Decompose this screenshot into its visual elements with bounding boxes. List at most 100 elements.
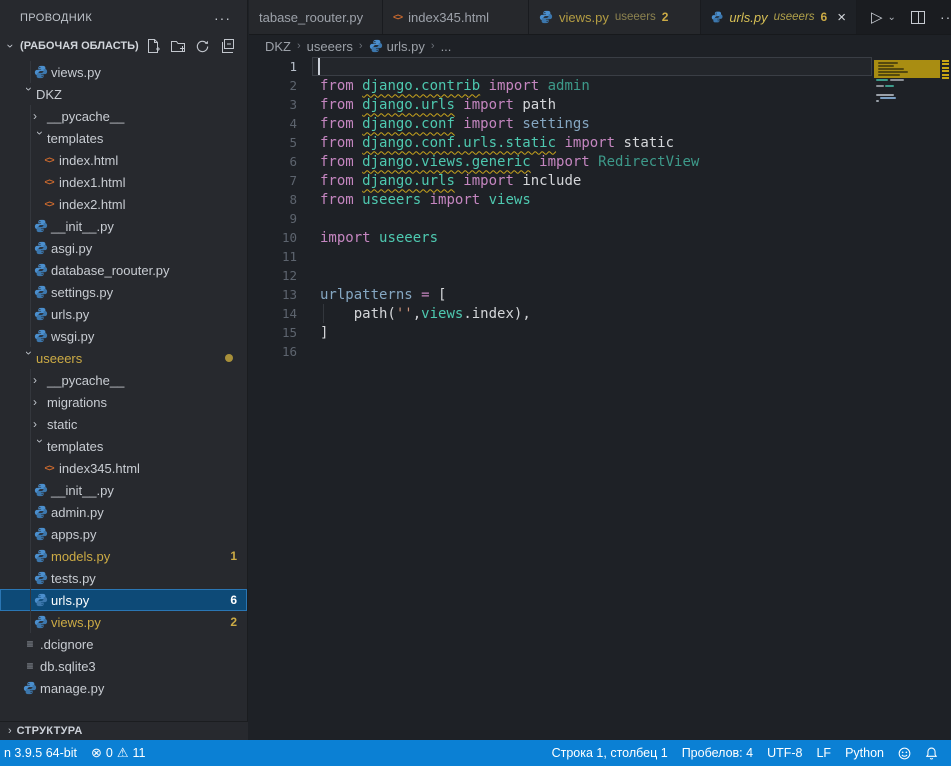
tree-item-label: wsgi.py bbox=[51, 329, 94, 344]
breadcrumb-label: useeers bbox=[307, 39, 353, 54]
html-file-icon: <> bbox=[393, 12, 402, 23]
code-line-14[interactable]: 14 path('',views.index), bbox=[249, 304, 874, 323]
error-count: 0 bbox=[106, 746, 113, 760]
code-line-10[interactable]: 10import useeers bbox=[249, 228, 874, 247]
problems-badge: 1 bbox=[230, 549, 237, 563]
tree-item-admin.py[interactable]: admin.py bbox=[0, 501, 247, 523]
tab-tabase_roouter.py[interactable]: tabase_roouter.py bbox=[249, 0, 383, 34]
tree-item-index345.html[interactable]: <>index345.html bbox=[0, 457, 247, 479]
language-mode-status[interactable]: Python bbox=[838, 740, 891, 766]
tree-item-wsgi.py[interactable]: wsgi.py bbox=[0, 325, 247, 347]
tree-item-label: index345.html bbox=[59, 461, 140, 476]
tree-item-tests.py[interactable]: tests.py bbox=[0, 567, 247, 589]
code-line-13[interactable]: 13urlpatterns = [ bbox=[249, 285, 874, 304]
code-editor[interactable]: 12from django.contrib import admin3from … bbox=[249, 57, 874, 361]
minimap[interactable] bbox=[874, 57, 940, 177]
tree-item-settings.py[interactable]: settings.py bbox=[0, 281, 247, 303]
code-line-2[interactable]: 2from django.contrib import admin bbox=[249, 76, 874, 95]
chevron-right-icon: › bbox=[8, 725, 12, 737]
tree-item-label: index.html bbox=[59, 153, 118, 168]
breadcrumb: DKZ›useeers›urls.py›... bbox=[249, 35, 951, 57]
tab-views.py[interactable]: views.pyuseeers2 bbox=[529, 0, 701, 34]
code-line-9[interactable]: 9 bbox=[249, 209, 874, 228]
python-interpreter-status[interactable]: n 3.9.5 64-bit bbox=[0, 740, 84, 766]
tree-item-asgi.py[interactable]: asgi.py bbox=[0, 237, 247, 259]
tree-item-index2.html[interactable]: <>index2.html bbox=[0, 193, 247, 215]
code-line-1[interactable]: 1 bbox=[249, 57, 874, 76]
more-actions-icon[interactable]: ··· bbox=[940, 9, 951, 25]
split-editor-icon[interactable] bbox=[911, 11, 925, 24]
tree-item-views.py[interactable]: views.py2 bbox=[0, 611, 247, 633]
code-line-5[interactable]: 5from django.conf.urls.static import sta… bbox=[249, 133, 874, 152]
encoding-status[interactable]: UTF-8 bbox=[760, 740, 809, 766]
tree-item-templates[interactable]: ›templates bbox=[0, 435, 247, 457]
notifications-bell-icon[interactable] bbox=[918, 740, 945, 766]
run-dropdown-icon[interactable]: ⌄ bbox=[888, 12, 896, 23]
tree-item-db.sqlite3[interactable]: ≡db.sqlite3 bbox=[0, 655, 247, 677]
tree-item-DKZ[interactable]: ›DKZ bbox=[0, 83, 247, 105]
code-line-11[interactable]: 11 bbox=[249, 247, 874, 266]
tree-item-label: __pycache__ bbox=[47, 109, 124, 124]
code-text: from django.views.generic import Redirec… bbox=[320, 154, 699, 170]
breadcrumb-item-useeers[interactable]: useeers bbox=[307, 39, 353, 54]
breadcrumb-item-urls.py[interactable]: urls.py bbox=[369, 39, 425, 54]
python-file-icon bbox=[34, 307, 48, 321]
workspace-section-header[interactable]: › (РАБОЧАЯ ОБЛАСТЬ) ... bbox=[0, 35, 247, 57]
code-line-8[interactable]: 8from useeers import views bbox=[249, 190, 874, 209]
tree-item-label: useeers bbox=[36, 351, 82, 366]
code-text: ] bbox=[320, 325, 328, 341]
tab-urls.py[interactable]: urls.pyuseeers6× bbox=[701, 0, 857, 34]
problems-badge: 2 bbox=[230, 615, 237, 629]
line-number: 7 bbox=[249, 173, 297, 188]
tab-index345.html[interactable]: <>index345.html bbox=[383, 0, 529, 34]
tree-item-__init__.py[interactable]: __init__.py bbox=[0, 215, 247, 237]
tree-item-manage.py[interactable]: manage.py bbox=[0, 677, 247, 699]
tree-item-index.html[interactable]: <>index.html bbox=[0, 149, 247, 171]
code-line-4[interactable]: 4from django.conf import settings bbox=[249, 114, 874, 133]
new-folder-icon[interactable] bbox=[170, 38, 186, 54]
tree-item-.dcignore[interactable]: ≡.dcignore bbox=[0, 633, 247, 655]
close-icon[interactable]: × bbox=[837, 9, 846, 26]
collapse-all-icon[interactable] bbox=[219, 38, 235, 54]
new-file-icon[interactable] bbox=[145, 38, 161, 54]
code-line-12[interactable]: 12 bbox=[249, 266, 874, 285]
code-line-3[interactable]: 3from django.urls import path bbox=[249, 95, 874, 114]
explorer-sidebar: ПРОВОДНИК ··· › (РАБОЧАЯ ОБЛАСТЬ) ... vi… bbox=[0, 0, 248, 740]
tree-item-static[interactable]: ›static bbox=[0, 413, 247, 435]
tree-item-database_roouter.py[interactable]: database_roouter.py bbox=[0, 259, 247, 281]
chevron-down-icon: › bbox=[22, 351, 36, 365]
indentation-status[interactable]: Пробелов: 4 bbox=[675, 740, 760, 766]
code-line-7[interactable]: 7from django.urls import include bbox=[249, 171, 874, 190]
tree-item-__pycache__[interactable]: ›__pycache__ bbox=[0, 105, 247, 127]
tree-item-migrations[interactable]: ›migrations bbox=[0, 391, 247, 413]
chevron-right-icon: › bbox=[359, 40, 363, 52]
chevron-right-icon: › bbox=[33, 373, 47, 387]
breadcrumb-item-DKZ[interactable]: DKZ bbox=[265, 39, 291, 54]
code-line-16[interactable]: 16 bbox=[249, 342, 874, 361]
outline-section-header[interactable]: › СТРУКТУРА bbox=[0, 721, 248, 740]
tree-item-__init__.py[interactable]: __init__.py bbox=[0, 479, 247, 501]
tree-item-apps.py[interactable]: apps.py bbox=[0, 523, 247, 545]
code-line-6[interactable]: 6from django.views.generic import Redire… bbox=[249, 152, 874, 171]
cursor-position-status[interactable]: Строка 1, столбец 1 bbox=[545, 740, 675, 766]
breadcrumb-item-...[interactable]: ... bbox=[441, 39, 452, 54]
problems-status[interactable]: ⊗ 0 ⚠ 11 bbox=[84, 740, 153, 766]
tree-item-__pycache__[interactable]: ›__pycache__ bbox=[0, 369, 247, 391]
tree-item-templates[interactable]: ›templates bbox=[0, 127, 247, 149]
tree-item-label: database_roouter.py bbox=[51, 263, 170, 278]
python-file-icon bbox=[34, 527, 48, 541]
code-line-15[interactable]: 15] bbox=[249, 323, 874, 342]
workspace-label: (РАБОЧАЯ ОБЛАСТЬ) ... bbox=[20, 40, 142, 52]
feedback-icon[interactable] bbox=[891, 740, 918, 766]
breadcrumb-label: ... bbox=[441, 39, 452, 54]
tree-item-models.py[interactable]: models.py1 bbox=[0, 545, 247, 567]
refresh-icon[interactable] bbox=[195, 39, 210, 54]
tree-item-views.py[interactable]: views.py bbox=[0, 61, 247, 83]
tree-item-urls.py[interactable]: urls.py6 bbox=[0, 589, 247, 611]
eol-status[interactable]: LF bbox=[809, 740, 838, 766]
tree-item-urls.py[interactable]: urls.py bbox=[0, 303, 247, 325]
explorer-more-actions-icon[interactable]: ··· bbox=[214, 10, 231, 26]
run-button-icon[interactable]: ▷ bbox=[871, 8, 883, 26]
tree-item-useeers[interactable]: ›useeers bbox=[0, 347, 247, 369]
tree-item-index1.html[interactable]: <>index1.html bbox=[0, 171, 247, 193]
